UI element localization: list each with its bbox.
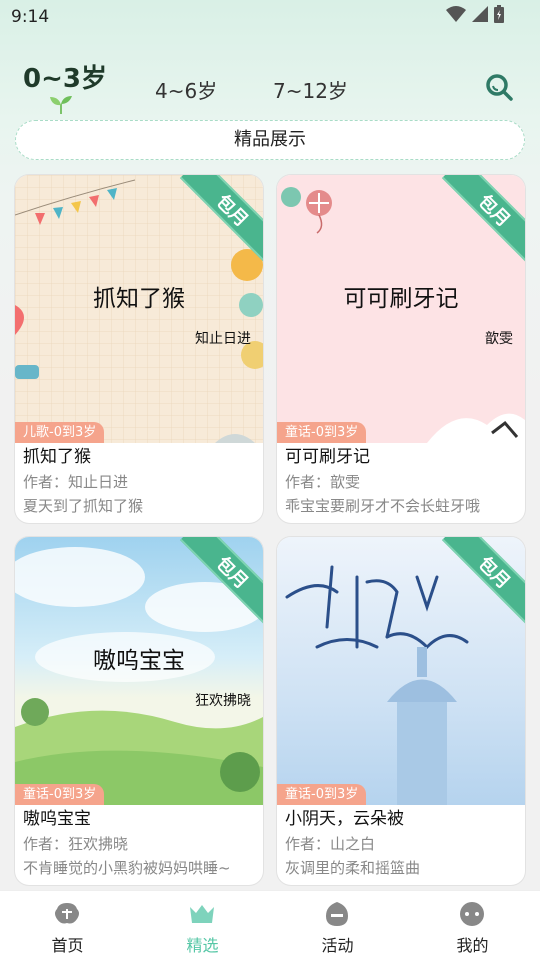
book-title: 抓知了猴 [23, 447, 91, 467]
age-tab-4-6[interactable]: 4~6岁 [155, 75, 217, 104]
book-card-1[interactable]: 抓知了猴 知止日进 包月 儿歌-0到3岁 抓知了猴 作者：知止日进 夏天到了抓知… [15, 175, 263, 523]
book-author: 作者：山之白 [285, 835, 376, 853]
book-desc: 乖宝宝要刷牙才不会长蛀牙哦 [285, 497, 481, 515]
book-cover: 抓知了猴 知止日进 包月 儿歌-0到3岁 [15, 175, 263, 443]
book-cover: 包月 童话-0到3岁 [277, 537, 525, 805]
book-title: 可可刷牙记 [285, 447, 370, 467]
status-time: 9:14 [11, 7, 50, 27]
category-tag: 童话-0到3岁 [277, 422, 367, 443]
cover-title: 抓知了猴 [93, 286, 185, 312]
book-info: 抓知了猴 作者：知止日进 夏天到了抓知了猴 [23, 445, 259, 518]
activity-icon [326, 902, 348, 926]
category-tag: 童话-0到3岁 [15, 784, 105, 805]
book-desc: 灰调里的柔和摇篮曲 [285, 859, 421, 877]
featured-banner[interactable]: 精品展示 [15, 120, 525, 160]
book-title: 嗷呜宝宝 [23, 809, 91, 829]
search-icon[interactable] [484, 72, 514, 102]
signal-icon [472, 6, 488, 22]
nav-home[interactable]: 首页 [0, 891, 135, 960]
book-author: 作者：知止日进 [23, 473, 129, 491]
nav-label: 活动 [321, 936, 354, 955]
cover-author: 狂欢拂晓 [195, 693, 251, 709]
book-desc: 不肯睡觉的小黑豹被妈妈哄睡~ [23, 859, 231, 877]
cover-author: 歆雯 [485, 331, 513, 347]
status-bar: 9:14 [0, 0, 540, 34]
crown-icon [190, 905, 214, 923]
battery-icon [494, 5, 504, 23]
book-info: 小阴天，云朵被 作者：山之白 灰调里的柔和摇篮曲 [285, 807, 521, 880]
book-desc: 夏天到了抓知了猴 [23, 497, 144, 515]
home-icon [55, 903, 79, 924]
category-tag: 童话-0到3岁 [277, 784, 367, 805]
cover-author: 知止日进 [195, 331, 251, 347]
bottom-nav: 首页 精选 活动 我的 [0, 890, 540, 960]
age-tabs: 0~3岁 4~6岁 7~12岁 [0, 52, 540, 122]
nav-label: 首页 [51, 936, 84, 955]
nav-label: 我的 [456, 936, 489, 955]
nav-label: 精选 [186, 936, 219, 955]
nav-profile[interactable]: 我的 [405, 891, 540, 960]
book-info: 嗷呜宝宝 作者：狂欢拂晓 不肯睡觉的小黑豹被妈妈哄睡~ [23, 807, 259, 880]
nav-featured[interactable]: 精选 [135, 891, 270, 960]
book-author: 作者：狂欢拂晓 [23, 835, 129, 853]
book-info: 可可刷牙记 作者：歆雯 乖宝宝要刷牙才不会长蛀牙哦 [285, 445, 521, 518]
age-tab-0-3[interactable]: 0~3岁 [23, 58, 107, 95]
status-icons [446, 5, 504, 23]
book-cover: 可可刷牙记 歆雯 包月 童话-0到3岁 [277, 175, 525, 443]
age-tab-7-12[interactable]: 7~12岁 [273, 75, 348, 104]
wifi-icon [446, 6, 466, 22]
cover-title: 可可刷牙记 [343, 286, 459, 312]
book-cover: 嗷呜宝宝 狂欢拂晓 包月 童话-0到3岁 [15, 537, 263, 805]
book-card-2[interactable]: 可可刷牙记 歆雯 包月 童话-0到3岁 可可刷牙记 作者：歆雯 乖宝宝要刷牙才不… [277, 175, 525, 523]
book-card-3[interactable]: 嗷呜宝宝 狂欢拂晓 包月 童话-0到3岁 嗷呜宝宝 作者：狂欢拂晓 不肯睡觉的小… [15, 537, 263, 885]
sprout-icon [50, 96, 72, 114]
book-card-4[interactable]: 包月 童话-0到3岁 小阴天，云朵被 作者：山之白 灰调里的柔和摇篮曲 [277, 537, 525, 885]
book-author: 作者：歆雯 [285, 473, 361, 491]
nav-activity[interactable]: 活动 [270, 891, 405, 960]
book-title: 小阴天，云朵被 [285, 809, 404, 829]
cover-title: 嗷呜宝宝 [93, 648, 185, 674]
category-tag: 儿歌-0到3岁 [15, 422, 105, 443]
profile-icon [460, 902, 484, 926]
